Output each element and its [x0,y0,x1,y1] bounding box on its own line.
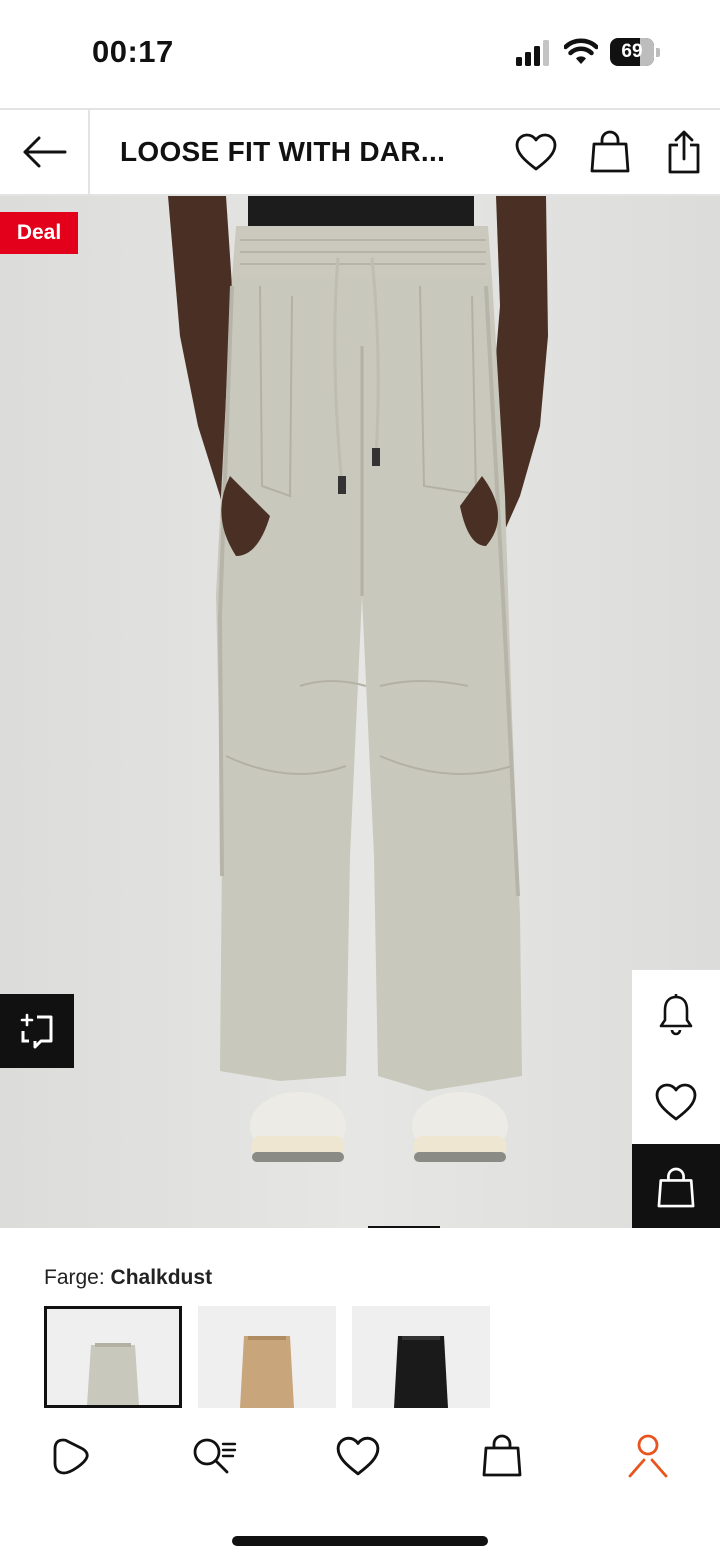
product-title: LOOSE FIT WITH DAR... [120,136,446,167]
share-icon [668,130,700,174]
side-wishlist-button[interactable] [632,1058,720,1146]
compare-button[interactable] [0,994,74,1068]
wishlist-button[interactable] [512,128,560,176]
color-swatches [44,1306,504,1408]
compare-icon [20,1013,53,1049]
shopping-bag-icon [482,1434,522,1477]
cellular-signal-icon [516,40,552,66]
product-photo [168,196,548,1162]
price-alert-button[interactable] [632,970,720,1058]
cart-button[interactable] [586,128,634,176]
nav-wishlist[interactable] [330,1428,386,1484]
swatch-image [394,1336,448,1408]
swatch-image [240,1336,294,1408]
selected-color-name: Chalkdust [110,1266,213,1289]
swatch-image [87,1343,139,1405]
add-to-bag-button[interactable] [632,1144,720,1228]
nav-bag[interactable] [474,1428,530,1484]
battery-percent: 69 [621,41,643,62]
status-bar: 00:17 69 [0,0,720,108]
heart-icon [336,1436,380,1476]
color-swatch-chalkdust[interactable] [44,1306,182,1408]
heart-icon [655,1083,697,1121]
product-image[interactable]: Deal [0,196,720,1228]
status-time: 00:17 [92,34,174,69]
home-indicator [232,1536,488,1546]
color-swatch-black[interactable] [352,1306,490,1408]
nav-search[interactable] [186,1428,242,1484]
home-icon [53,1438,89,1475]
shopping-bag-icon [657,1167,695,1208]
back-button[interactable] [0,110,90,194]
share-button[interactable] [660,128,708,176]
color-label: Farge: Chalkdust [44,1266,212,1290]
profile-icon [628,1434,668,1478]
nav-home[interactable] [44,1428,100,1484]
bell-icon [659,994,693,1036]
shopping-bag-icon [590,130,630,173]
color-swatch-beige[interactable] [198,1306,336,1408]
color-label-prefix: Farge: [44,1266,105,1289]
product-header: LOOSE FIT WITH DAR... [0,108,720,196]
deal-badge: Deal [0,212,78,254]
wifi-icon [563,38,599,66]
bottom-navigation [0,1408,720,1560]
quick-actions-panel [632,970,720,1228]
back-arrow-icon [23,136,67,168]
nav-profile[interactable] [620,1428,676,1484]
image-carousel-indicator [368,1226,440,1228]
heart-icon [515,133,557,171]
search-icon [193,1438,237,1474]
battery-icon: 69 [610,38,660,66]
